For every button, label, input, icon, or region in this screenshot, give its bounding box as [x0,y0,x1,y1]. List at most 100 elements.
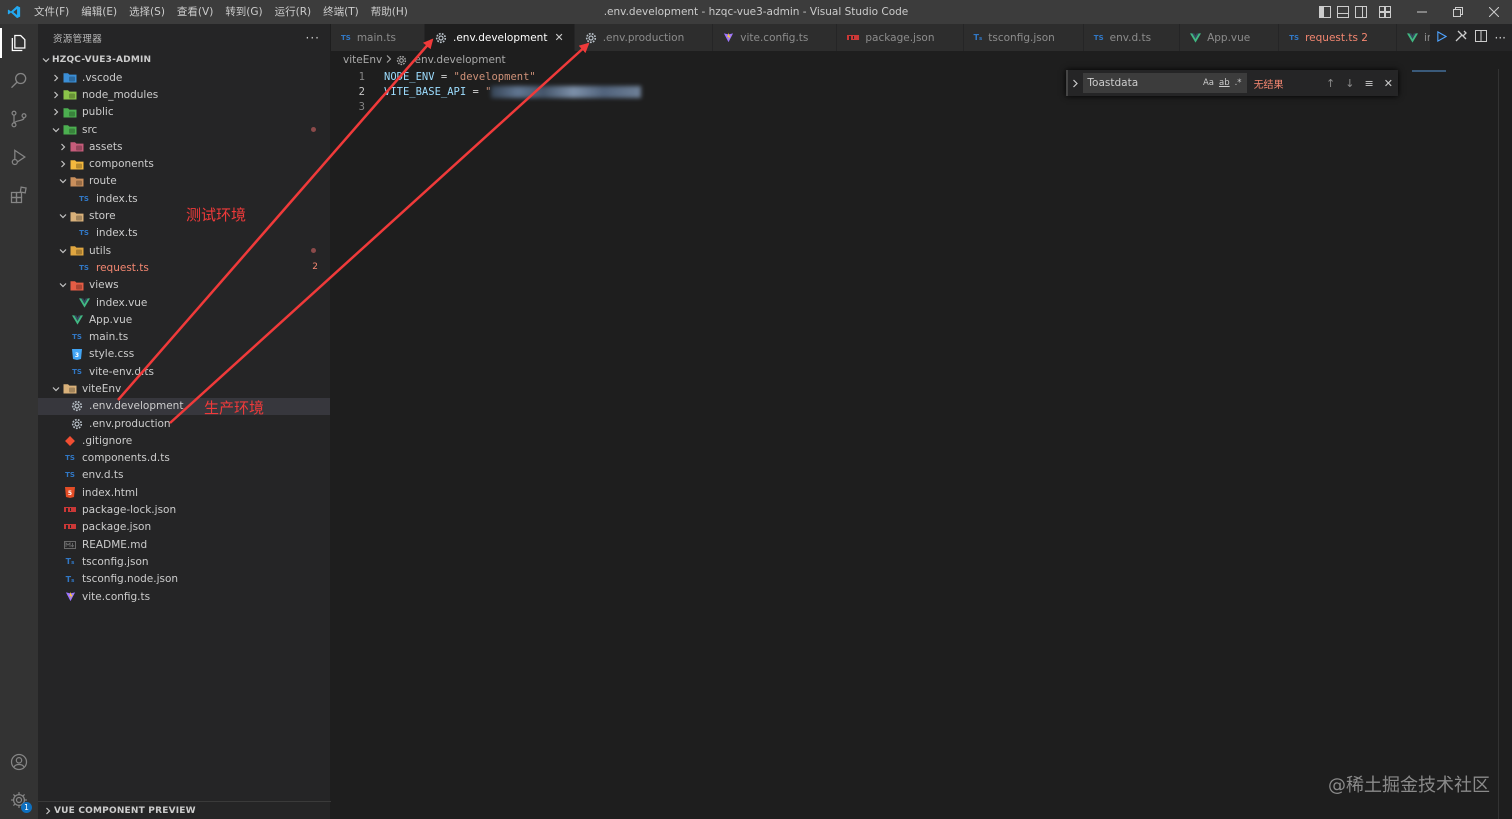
editor-tab[interactable]: .env.development ✕ [425,24,575,51]
more-tab-actions-icon[interactable]: ··· [1495,31,1506,45]
tree-item[interactable]: package-lock.json [38,501,330,518]
editor-tab[interactable]: package.json [837,24,964,51]
tree-item[interactable]: utils [38,242,330,259]
menu-item[interactable]: 文件(F) [28,0,75,24]
tree-item[interactable]: vite.config.ts [38,588,330,605]
tree-item[interactable]: src [38,121,330,138]
editor-tab[interactable]: App.vue [1180,24,1280,51]
accounts-icon[interactable] [0,743,38,781]
tree-item[interactable]: route [38,173,330,190]
toggle-secondary-sidebar-icon[interactable] [1352,0,1370,24]
editor-tab[interactable]: Ts tsconfig.json [963,24,1084,51]
code-editor[interactable]: 1 NODE_ENV = "development" 2 VITE_BASE_A… [331,69,1512,819]
next-match-button[interactable]: ↓ [1340,77,1359,90]
minimize-icon[interactable] [1404,0,1440,24]
menu-item[interactable]: 选择(S) [123,0,171,24]
minimap-slider[interactable] [1412,70,1446,72]
breadcrumb-file[interactable]: .env.development [411,54,505,66]
tree-item[interactable]: .gitignore [38,432,330,449]
restore-icon[interactable] [1440,0,1476,24]
css-file-icon: 3 [69,346,85,363]
tree-item[interactable]: .env.production [38,415,330,432]
tsconfig-file-icon: Ts [65,557,75,567]
tree-item[interactable]: views [38,277,330,294]
tree-item-label: assets [89,140,123,153]
code-line-3[interactable]: 3 [331,99,365,114]
run-icon[interactable] [1436,30,1447,45]
customize-layout-icon[interactable] [1376,0,1394,24]
editor-scrollbar[interactable] [1498,69,1512,819]
editor-tab[interactable]: TS request.ts 2 [1279,24,1397,51]
tree-item[interactable]: TS env.d.ts [38,467,330,484]
match-whole-word-toggle[interactable]: ab [1219,78,1230,88]
more-actions-icon[interactable]: ··· [306,31,320,45]
extensions-icon[interactable] [0,176,38,214]
editor-tab[interactable]: TS main.ts [331,24,425,51]
manage-gear-icon[interactable]: 1 [0,781,38,819]
folder-icon [62,380,78,397]
tree-item[interactable]: README.md [38,536,330,553]
editor-tab[interactable]: vite.config.ts [713,24,838,51]
tree-item[interactable]: 3 style.css [38,346,330,363]
code-line-2[interactable]: 2 VITE_BASE_API = " [331,84,642,99]
menu-item[interactable]: 终端(T) [317,0,365,24]
tree-item[interactable]: TS index.ts [38,190,330,207]
tree-item[interactable]: components [38,155,330,172]
gear-file-icon [69,415,85,432]
toggle-replace-chevron-icon[interactable] [1068,79,1083,88]
menu-item[interactable]: 编辑(E) [75,0,123,24]
tree-item[interactable]: TS components.d.ts [38,450,330,467]
source-control-icon[interactable] [0,100,38,138]
tree-item[interactable]: public [38,104,330,121]
split-editor-icon[interactable] [1474,30,1487,45]
tree-item-label: node_modules [82,88,159,101]
tree-item[interactable]: TS vite-env.d.ts [38,363,330,380]
menu-item[interactable]: 转到(G) [219,0,268,24]
tree-item-label: viteEnv [82,382,122,395]
tree-item[interactable]: 5 index.html [38,484,330,501]
match-case-toggle[interactable]: Aa [1203,78,1214,88]
tree-item[interactable]: Ts tsconfig.node.json [38,571,330,588]
tree-item[interactable]: assets [38,138,330,155]
code-line-1[interactable]: 1 NODE_ENV = "development" [331,69,536,84]
tree-item[interactable]: .env.development [38,397,330,415]
close-tab-icon[interactable]: ✕ [554,31,563,44]
search-icon[interactable] [0,62,38,100]
tree-item[interactable]: TS main.ts [38,328,330,345]
tree-item[interactable]: package.json [38,519,330,536]
chevron-right-icon [57,156,69,173]
close-find-button[interactable]: ✕ [1379,77,1398,90]
env-value-development: "development" [453,70,536,83]
tree-item[interactable]: store [38,207,330,224]
breadcrumb-folder[interactable]: viteEnv [343,54,382,66]
tools-icon[interactable] [1455,30,1467,45]
find-in-selection-button[interactable]: ≡ [1360,77,1379,90]
tree-item[interactable]: Ts tsconfig.json [38,553,330,570]
menu-item[interactable]: 查看(V) [171,0,219,24]
folder-icon [69,156,85,173]
file-tree: .vscode node_modulespublic src assets compon… [38,69,330,605]
tree-item[interactable]: node_modules [38,86,330,103]
chevron-right-icon [50,86,62,103]
chevron-down-icon [57,277,69,294]
editor-tab[interactable]: TS env.d.ts [1083,24,1181,51]
tree-item[interactable]: TS index.ts [38,225,330,242]
previous-match-button[interactable]: ↑ [1321,77,1340,90]
tree-item[interactable]: App.vue [38,311,330,328]
tree-item[interactable]: index.vue [38,294,330,311]
toggle-sidebar-icon[interactable] [1316,0,1334,24]
use-regex-toggle[interactable]: .* [1235,78,1242,88]
close-window-icon[interactable] [1476,0,1512,24]
menu-item[interactable]: 帮助(H) [365,0,414,24]
toggle-panel-icon[interactable] [1334,0,1352,24]
run-debug-icon[interactable] [0,138,38,176]
breadcrumb: viteEnv .env.development [331,51,506,69]
project-section-header[interactable]: HZQC-VUE3-ADMIN [38,51,330,69]
editor-tab[interactable]: .env.production [574,24,714,51]
explorer-icon[interactable] [0,24,38,62]
vue-component-preview-section[interactable]: VUE COMPONENT PREVIEW [38,801,331,819]
menu-item[interactable]: 运行(R) [269,0,318,24]
tree-item[interactable]: viteEnv [38,380,330,397]
tree-item[interactable]: .vscode [38,69,330,86]
tree-item[interactable]: TS request.ts 2 [38,259,330,276]
